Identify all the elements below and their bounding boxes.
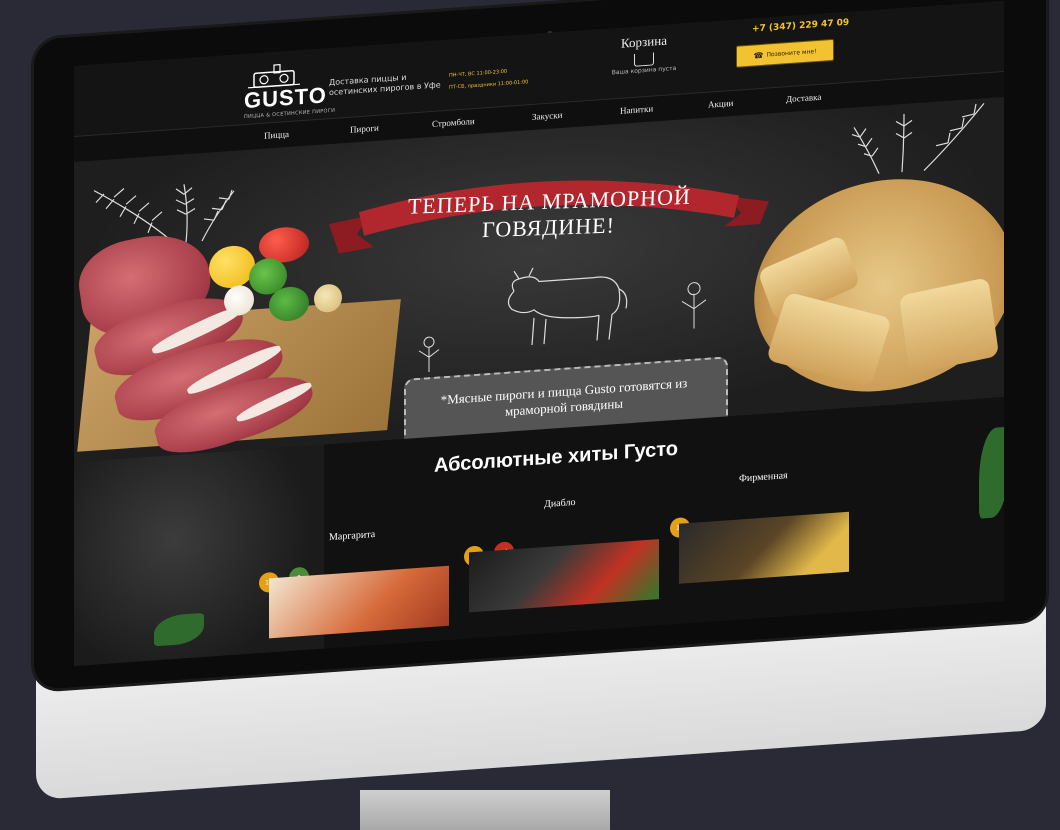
cart-widget[interactable]: Корзина Ваша корзина пуста [604,31,684,77]
header-tagline: Доставка пиццы и осетинских пирогов в Уф… [329,72,441,98]
cow-sketch-icon [507,267,628,345]
phone-icon: ☎ [753,50,764,60]
nav-item-pizza[interactable]: Пицца [264,129,289,141]
cart-status: Ваша корзина пуста [611,64,677,77]
callback-label: Позвоните мне! [766,47,817,59]
phone-number[interactable]: +7 (347) 229 47 09 [752,18,849,35]
pie-slice-3 [898,277,1000,375]
nav-item-delivery[interactable]: Доставка [786,92,821,104]
basil-leaf-right [979,426,1004,519]
product-image-margarita[interactable] [269,565,449,639]
site-logo[interactable]: GUSTO ПИЦЦА & ОСЕТИНСКИЕ ПИРОГИ [244,60,335,120]
product-name-signature[interactable]: Фирменная [739,470,788,484]
monitor-stand [360,790,610,830]
herb-right-illustration [851,103,985,174]
basket-icon [634,52,654,67]
nav-item-promos[interactable]: Акции [708,98,733,110]
nav-item-drinks[interactable]: Напитки [620,104,653,116]
nav-item-pies[interactable]: Пироги [350,123,379,135]
cart-title: Корзина [620,32,667,51]
flower-doodle-icon [418,336,440,373]
yellow-pepper [209,244,255,290]
product-name-margarita[interactable]: Маргарита [329,529,375,543]
nav-item-snacks[interactable]: Закуски [532,110,562,122]
logo-oven-icon [244,62,306,90]
working-hours: ПН-ЧТ, ВС 11:00-23:00 ПТ-СБ, праздники 1… [449,64,528,94]
product-image-signature[interactable] [679,511,849,584]
callback-button[interactable]: ☎ Позвоните мне! [736,38,834,68]
flower-doodle-icon-2 [681,282,707,329]
nav-item-stromboli[interactable]: Стромболи [432,116,475,129]
product-image-diablo[interactable] [469,539,659,613]
hits-title: Абсолютные хиты Густо [434,437,678,477]
website-screen: GUSTO ПИЦЦА & ОСЕТИНСКИЕ ПИРОГИ Доставка… [74,0,1004,666]
product-name-diablo[interactable]: Диабло [544,497,575,510]
